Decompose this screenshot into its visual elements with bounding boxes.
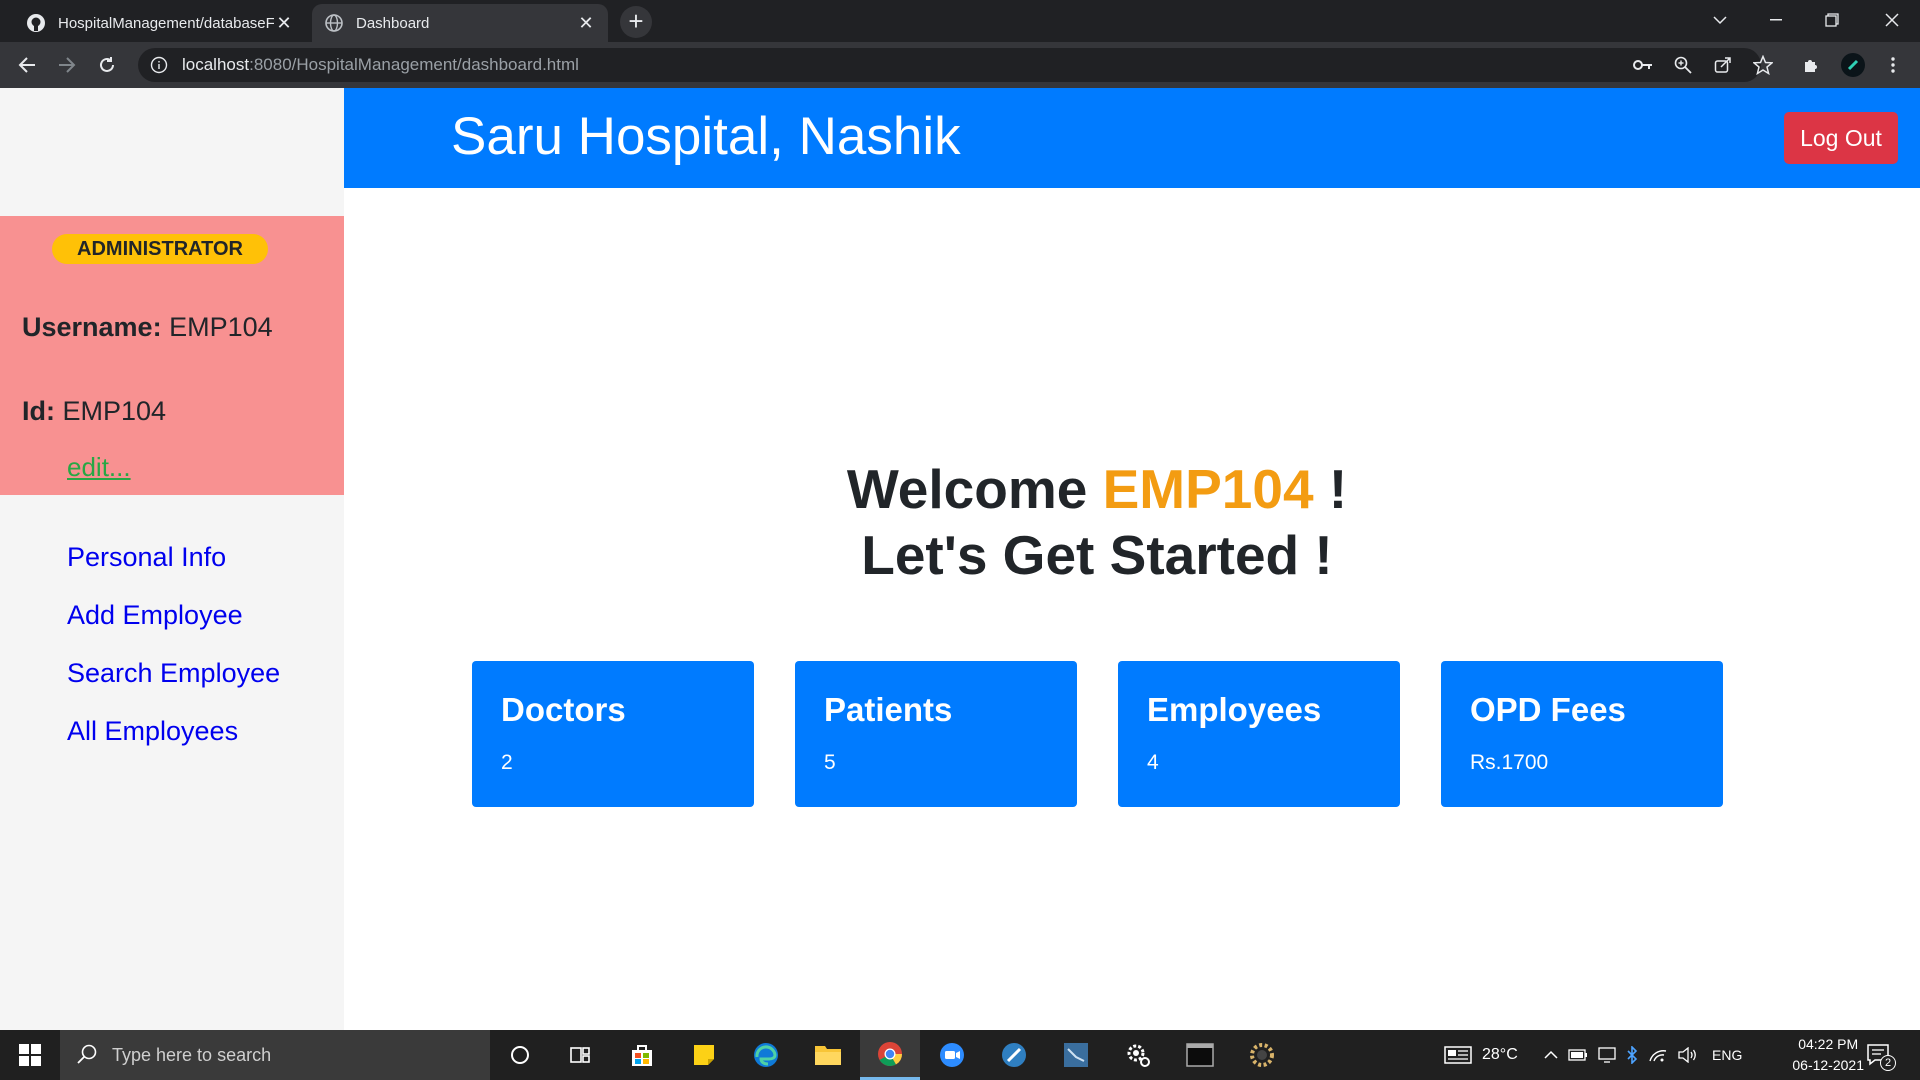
sidebar: ADMINISTRATOR Username: EMP104 Id: EMP10… [0,88,344,1030]
profile-avatar-icon[interactable] [1838,50,1868,80]
card-title: OPD Fees [1470,691,1626,728]
nav-all-employees[interactable]: All Employees [67,716,238,747]
share-icon[interactable] [1708,50,1738,80]
stat-card-opd-fees: OPD Fees Rs.1700 [1441,661,1723,807]
nav-search-employee[interactable]: Search Employee [67,658,280,689]
cortana-icon[interactable] [490,1030,550,1080]
notification-icon: 2 [1866,1043,1896,1071]
tab-search-icon[interactable] [1692,0,1748,40]
forward-icon[interactable] [52,50,82,80]
settings-gear-icon[interactable] [1108,1030,1168,1080]
more-menu-icon[interactable] [1878,50,1908,80]
volume-icon[interactable] [1678,1047,1698,1063]
key-icon[interactable] [1628,50,1658,80]
id-line: Id: EMP104 [22,396,166,427]
browser-toolbar: localhost:8080/HospitalManagement/dashbo… [0,42,1920,88]
card-value: 2 [501,751,513,774]
github-icon [26,13,46,33]
task-view-icon[interactable] [550,1030,610,1080]
close-icon[interactable]: ✕ [274,13,294,33]
chevron-up-icon[interactable] [1544,1050,1558,1060]
tab-github[interactable]: HospitalManagement/databaseF ✕ [14,4,306,42]
edge-browser-icon[interactable] [736,1030,796,1080]
taskbar-search-box[interactable]: Type here to search [60,1030,490,1080]
welcome-line-1: Welcome EMP104 ! [344,456,1850,522]
weather-widget[interactable]: 28°C [1444,1030,1518,1080]
globe-icon [324,13,344,33]
back-icon[interactable] [12,50,42,80]
username-value: EMP104 [169,312,273,342]
browser-tab-bar: HospitalManagement/databaseF ✕ Dashboard… [0,0,1920,42]
sticky-notes-icon[interactable] [674,1030,734,1080]
clock-time: 04:22 PM [1798,1036,1859,1052]
tab-dashboard[interactable]: Dashboard ✕ [312,4,608,42]
battery-icon[interactable] [1568,1049,1588,1061]
app-compass-icon[interactable] [984,1030,1044,1080]
reload-icon[interactable] [92,50,122,80]
nav-personal-info[interactable]: Personal Info [67,542,226,573]
zoom-icon[interactable] [1668,50,1698,80]
logout-button[interactable]: Log Out [1784,112,1898,164]
clock-date: 06-12-2021 [1792,1057,1864,1073]
edit-profile-link[interactable]: edit... [67,452,131,483]
welcome-message: Welcome EMP104 ! Let's Get Started ! [344,456,1850,588]
welcome-username: EMP104 [1102,458,1314,520]
language-indicator[interactable]: ENG [1712,1047,1742,1063]
tab-title: Dashboard [356,14,430,32]
zoom-meetings-icon[interactable] [922,1030,982,1080]
profile-card: ADMINISTRATOR Username: EMP104 Id: EMP10… [0,216,344,495]
taskbar-clock[interactable]: 04:22 PM 06-12-2021 [1792,1034,1864,1076]
page-header: Saru Hospital, Nashik Log Out [344,88,1920,188]
windows-start-icon[interactable] [0,1030,60,1080]
username-line: Username: EMP104 [22,312,273,343]
stat-card-employees: Employees 4 [1118,661,1400,807]
file-explorer-icon[interactable] [798,1030,858,1080]
welcome-line-2: Let's Get Started ! [861,524,1333,586]
weather-temp: 28°C [1482,1046,1518,1063]
card-title: Patients [824,691,953,728]
info-icon[interactable] [150,56,168,74]
mysql-workbench-icon[interactable] [1046,1030,1106,1080]
display-icon[interactable] [1598,1047,1616,1063]
bluetooth-icon[interactable] [1626,1046,1638,1064]
card-title: Employees [1147,691,1322,728]
weather-icon [1444,1045,1472,1065]
close-window-icon[interactable] [1864,0,1920,40]
tab-title: HospitalManagement/databaseF [58,14,274,32]
welcome-prefix: Welcome [846,458,1088,520]
nav-add-employee[interactable]: Add Employee [67,600,243,631]
microsoft-store-icon[interactable] [612,1030,672,1080]
new-tab-button[interactable]: + [620,6,652,38]
site-title: Saru Hospital, Nashik [451,107,961,166]
notification-center[interactable]: 2 [1866,1030,1896,1080]
notification-count-badge: 2 [1880,1055,1896,1071]
address-bar[interactable]: localhost:8080/HospitalManagement/dashbo… [138,48,1761,82]
wifi-icon[interactable] [1648,1047,1668,1063]
url-path: :8080/HospitalManagement/dashboard.html [249,55,579,74]
username-label: Username: [22,312,162,342]
bookmark-star-icon[interactable] [1748,50,1778,80]
id-value: EMP104 [62,396,167,426]
url-host: localhost [182,55,250,74]
role-badge: ADMINISTRATOR [52,234,268,264]
stat-card-patients: Patients 5 [795,661,1077,807]
minimize-icon[interactable] [1748,0,1804,40]
search-icon [76,1043,100,1067]
close-icon[interactable]: ✕ [576,13,596,33]
restore-icon[interactable] [1804,0,1860,40]
id-label: Id: [22,396,55,426]
card-value: Rs.1700 [1470,751,1549,774]
tray-icons: ENG [1544,1030,1742,1080]
taskbar-search-placeholder: Type here to search [112,1044,272,1065]
card-value: 5 [824,751,836,774]
stat-card-doctors: Doctors 2 [472,661,754,807]
welcome-suffix: ! [1328,458,1348,520]
extensions-icon[interactable] [1796,50,1826,80]
card-value: 4 [1147,751,1159,774]
terminal-icon[interactable] [1170,1030,1230,1080]
windows-taskbar: Type here to search 28°C ENG 04:22 PM 06… [0,1030,1920,1080]
card-title: Doctors [501,691,626,728]
app-cog-icon[interactable] [1232,1030,1292,1080]
chrome-icon[interactable] [860,1030,920,1080]
